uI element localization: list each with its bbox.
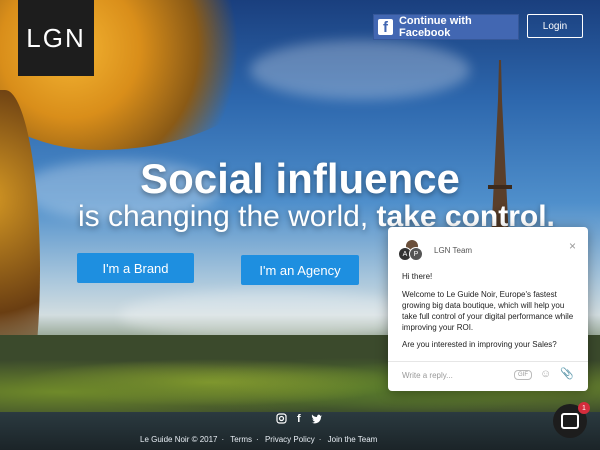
facebook-button-label: Continue with Facebook	[398, 15, 472, 39]
avatar-p: P	[409, 247, 423, 261]
im-a-brand-button[interactable]: I'm a Brand	[77, 253, 194, 283]
chat-icon	[561, 413, 579, 429]
chat-greeting: Hi there!	[402, 272, 433, 281]
continue-with-facebook-button[interactable]: f Continue with Facebook	[373, 14, 519, 40]
chat-question: Are you interested in improving your Sal…	[402, 340, 557, 349]
gif-button[interactable]: GIF	[514, 370, 532, 380]
footer-copyright: Le Guide Noir © 2017	[140, 435, 218, 444]
lgn-logo[interactable]: LGN	[18, 0, 94, 76]
chat-header: A P LGN Team	[398, 239, 472, 261]
close-icon[interactable]: ×	[569, 239, 576, 253]
attachment-icon[interactable]: 📎	[560, 367, 574, 380]
footer-join-team-link[interactable]: Join the Team	[328, 435, 378, 444]
chat-team-name: LGN Team	[434, 245, 473, 255]
hero-title: Social influence	[140, 155, 460, 202]
divider	[388, 361, 588, 362]
im-an-agency-button[interactable]: I'm an Agency	[241, 255, 359, 285]
facebook-icon: f	[378, 19, 393, 35]
facebook-social-icon[interactable]: f	[297, 413, 301, 425]
footer-terms-link[interactable]: Terms	[230, 435, 252, 444]
hero-subtitle-prefix: is changing the world,	[78, 200, 369, 233]
team-avatars: A P	[398, 239, 424, 261]
instagram-icon[interactable]	[276, 413, 287, 424]
emoji-icon[interactable]: ☺	[540, 368, 551, 380]
footer-links: Le Guide Noir © 2017 · Terms · Privacy Pol…	[140, 435, 378, 444]
chat-reply-input[interactable]: Write a reply...	[402, 371, 453, 380]
notification-badge: 1	[578, 402, 590, 414]
chat-widget: A P LGN Team × Hi there! Welcome to Le G…	[388, 227, 588, 391]
twitter-icon[interactable]	[311, 413, 323, 424]
chat-welcome-message: Welcome to Le Guide Noir, Europe's faste…	[402, 290, 574, 332]
social-links: f	[276, 413, 323, 425]
footer-privacy-link[interactable]: Privacy Policy	[265, 435, 315, 444]
login-button[interactable]: Login	[527, 14, 583, 38]
